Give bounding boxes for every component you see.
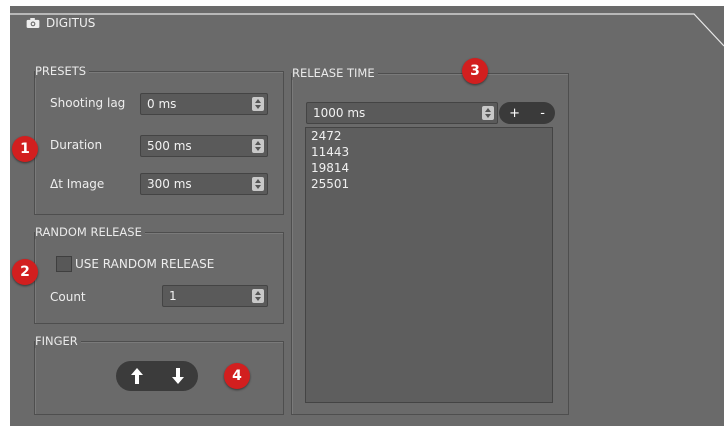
random-release-group: RANDOM RELEASE xyxy=(34,225,284,324)
duration-spinbox[interactable]: 500 ms xyxy=(140,135,268,157)
list-item[interactable]: 2472 xyxy=(306,128,552,144)
add-release-button[interactable]: + xyxy=(509,106,520,121)
add-remove-button-group: + - xyxy=(499,102,555,124)
annotation-badge-3: 3 xyxy=(462,58,488,84)
shooting-lag-label: Shooting lag xyxy=(50,96,126,110)
use-random-release-checkbox[interactable] xyxy=(56,256,72,272)
remove-release-button[interactable]: - xyxy=(540,106,545,121)
panel-title: DIGITUS xyxy=(26,16,95,30)
list-item[interactable]: 25501 xyxy=(306,176,552,192)
spin-arrows-icon[interactable] xyxy=(252,139,264,153)
annotation-badge-1: 1 xyxy=(12,136,38,162)
list-item[interactable]: 19814 xyxy=(306,160,552,176)
count-value: 1 xyxy=(169,289,177,303)
annotation-badge-4: 4 xyxy=(224,363,250,389)
finger-label: FINGER xyxy=(35,334,81,348)
duration-value: 500 ms xyxy=(147,139,192,153)
digitus-panel: DIGITUS PRESETS Shooting lag 0 ms Durati… xyxy=(10,6,724,426)
count-spinbox[interactable]: 1 xyxy=(162,285,268,307)
delta-t-image-label: Δt Image xyxy=(50,177,105,191)
spin-arrows-icon[interactable] xyxy=(252,177,264,191)
presets-label: PRESETS xyxy=(35,64,90,78)
shooting-lag-value: 0 ms xyxy=(147,97,177,111)
shooting-lag-spinbox[interactable]: 0 ms xyxy=(140,93,268,115)
arrow-up-icon[interactable] xyxy=(130,367,144,385)
finger-button-group xyxy=(116,361,198,391)
release-time-list[interactable]: 2472 11443 19814 25501 xyxy=(305,127,553,403)
delta-t-image-spinbox[interactable]: 300 ms xyxy=(140,173,268,195)
spin-arrows-icon[interactable] xyxy=(252,289,264,303)
spin-arrows-icon[interactable] xyxy=(252,97,264,111)
count-label: Count xyxy=(50,290,86,304)
duration-label: Duration xyxy=(50,138,103,152)
use-random-release-label[interactable]: USE RANDOM RELEASE xyxy=(75,257,214,271)
panel-title-text: DIGITUS xyxy=(46,16,96,30)
release-time-value: 1000 ms xyxy=(313,106,366,120)
list-item[interactable]: 11443 xyxy=(306,144,552,160)
arrow-down-icon[interactable] xyxy=(171,367,185,385)
release-time-label: RELEASE TIME xyxy=(292,66,378,80)
camera-icon xyxy=(26,18,40,28)
tab-frame xyxy=(10,13,724,47)
random-release-label: RANDOM RELEASE xyxy=(35,225,145,239)
release-time-spinbox[interactable]: 1000 ms xyxy=(306,102,498,124)
delta-t-image-value: 300 ms xyxy=(147,177,192,191)
annotation-badge-2: 2 xyxy=(12,259,38,285)
spin-arrows-icon[interactable] xyxy=(482,106,494,120)
